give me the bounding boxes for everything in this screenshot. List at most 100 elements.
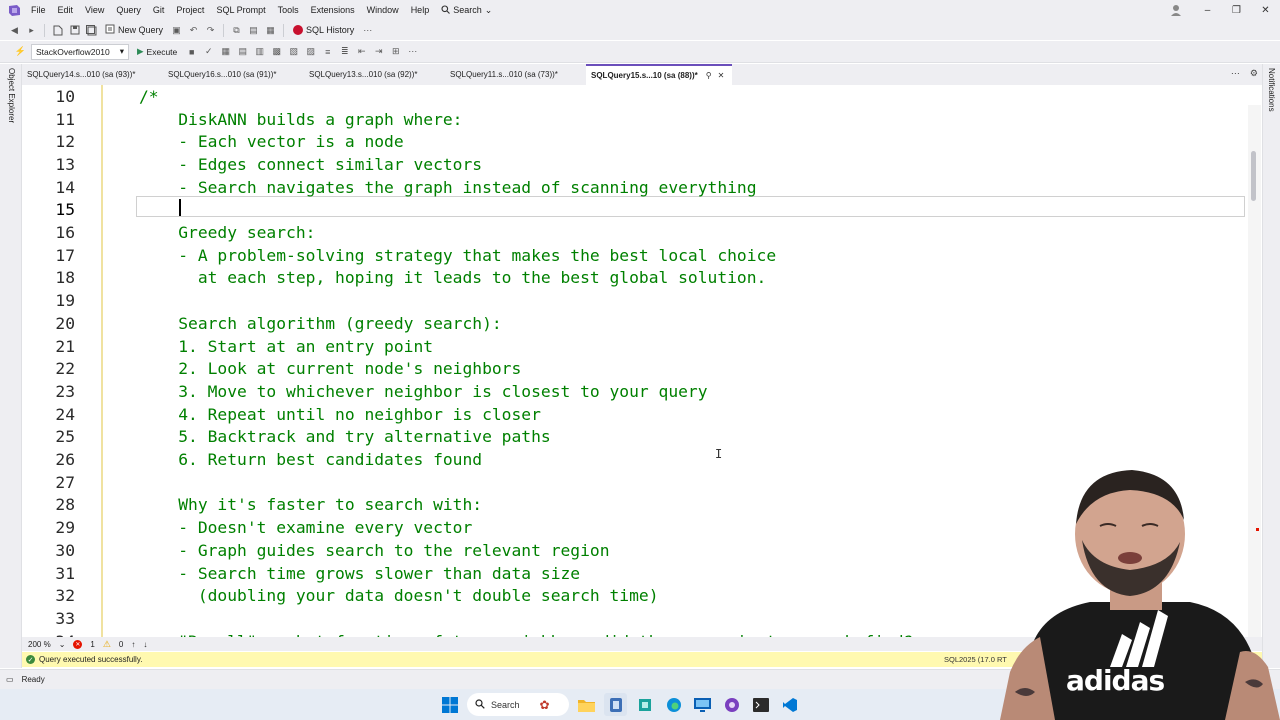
- next-issue-icon[interactable]: ↓: [143, 640, 147, 649]
- decrease-indent-icon[interactable]: ⇤: [355, 45, 368, 58]
- obs-icon[interactable]: [720, 693, 743, 716]
- code-line[interactable]: 21 1. Start at an entry point: [22, 335, 1248, 358]
- menu-project[interactable]: Project: [170, 0, 210, 20]
- file-explorer-icon[interactable]: [575, 693, 598, 716]
- menu-query[interactable]: Query: [110, 0, 147, 20]
- tab-bar-actions: ⋯ ⚙: [1231, 68, 1258, 79]
- tab-sqlquery11[interactable]: SQLQuery11.s...010 (sa (73))*: [445, 64, 586, 85]
- overflow-icon[interactable]: ⋯: [361, 24, 374, 37]
- tab-sqlquery16[interactable]: SQLQuery16.s...010 (sa (91))*: [163, 64, 304, 85]
- specify-values-icon[interactable]: ⊞: [389, 45, 402, 58]
- back-icon[interactable]: ◀: [8, 24, 21, 37]
- code-line[interactable]: 14 - Search navigates the graph instead …: [22, 176, 1248, 199]
- new-query-button[interactable]: New Query: [102, 24, 166, 36]
- database-select[interactable]: StackOverflow2010 ▾: [31, 43, 129, 60]
- close-icon[interactable]: ✕: [1251, 0, 1280, 20]
- menu-view[interactable]: View: [79, 0, 110, 20]
- stop-icon[interactable]: ■: [185, 45, 198, 58]
- menu-help[interactable]: Help: [405, 0, 436, 20]
- vscode-icon[interactable]: [778, 693, 801, 716]
- copy-icon[interactable]: ⧉: [230, 24, 243, 37]
- parse-check-icon[interactable]: ✓: [202, 45, 215, 58]
- scrollbar-thumb[interactable]: [1251, 151, 1256, 201]
- tab-sqlquery13[interactable]: SQLQuery13.s...010 (sa (92))*: [304, 64, 445, 85]
- menu-extensions[interactable]: Extensions: [305, 0, 361, 20]
- code-line[interactable]: 16 Greedy search:: [22, 221, 1248, 244]
- search-label: Search: [453, 5, 482, 15]
- undo-icon[interactable]: ↶: [187, 24, 200, 37]
- code-line[interactable]: 19: [22, 289, 1248, 312]
- warning-icon[interactable]: ⚠: [103, 639, 111, 650]
- code-line[interactable]: 22 2. Look at current node's neighbors: [22, 357, 1248, 380]
- line-number: 29: [55, 518, 75, 538]
- document-tabs: SQLQuery14.s...010 (sa (93))* SQLQuery16…: [22, 64, 1262, 85]
- error-count: 1: [90, 639, 95, 649]
- code-line[interactable]: 18 at each step, hoping it leads to the …: [22, 267, 1248, 290]
- menu-edit[interactable]: Edit: [52, 0, 80, 20]
- tab-label: SQLQuery15.s...10 (sa (88))*: [591, 71, 698, 80]
- code-line[interactable]: 11 DiskANN builds a graph where:: [22, 108, 1248, 131]
- maximize-icon[interactable]: ❐: [1222, 0, 1251, 20]
- uncomment-icon[interactable]: ≣: [338, 45, 351, 58]
- pin-icon[interactable]: ⚲: [706, 71, 712, 80]
- chevron-down-icon[interactable]: ⌄: [59, 640, 66, 649]
- tab-list-icon[interactable]: ⋯: [1231, 68, 1240, 79]
- close-tab-icon[interactable]: ✕: [718, 71, 725, 80]
- forward-icon[interactable]: ▸: [25, 24, 38, 37]
- zoom-level[interactable]: 200 %: [28, 640, 51, 649]
- code-line[interactable]: 23 3. Move to whichever neighbor is clos…: [22, 380, 1248, 403]
- gear-icon[interactable]: ⚙: [1250, 68, 1258, 79]
- new-file-icon[interactable]: [51, 24, 64, 37]
- profile-icon[interactable]: [1169, 3, 1183, 17]
- save-icon[interactable]: [68, 24, 81, 37]
- menu-git[interactable]: Git: [147, 0, 171, 20]
- edge-browser-icon[interactable]: [662, 693, 685, 716]
- menu-window[interactable]: Window: [361, 0, 405, 20]
- tab-sqlquery14[interactable]: SQLQuery14.s...010 (sa (93))*: [22, 64, 163, 85]
- find-icon[interactable]: ▦: [264, 24, 277, 37]
- comment-out-icon[interactable]: ≡: [321, 45, 334, 58]
- menu-file[interactable]: File: [25, 0, 52, 20]
- ssms-taskbar-icon[interactable]: [604, 693, 627, 716]
- remote-desktop-icon[interactable]: [691, 693, 714, 716]
- taskbar-search[interactable]: Search ✿: [467, 693, 569, 716]
- ssms-logo-icon[interactable]: [7, 3, 21, 17]
- execute-button[interactable]: ▶ Execute: [133, 46, 181, 57]
- redo-icon[interactable]: ↷: [204, 24, 217, 37]
- include-plan-icon[interactable]: ▧: [287, 45, 300, 58]
- tab-sqlquery15[interactable]: SQLQuery15.s...10 (sa (88))* ⚲ ✕: [586, 64, 732, 85]
- previous-issue-icon[interactable]: ↑: [131, 640, 135, 649]
- terminal-icon[interactable]: [749, 693, 772, 716]
- azure-data-studio-icon[interactable]: [633, 693, 656, 716]
- results-grid-icon[interactable]: ▦: [219, 45, 232, 58]
- code-line[interactable]: 15: [22, 199, 1248, 222]
- code-line[interactable]: 24 4. Repeat until no neighbor is closer: [22, 403, 1248, 426]
- windows-start-icon[interactable]: [438, 693, 461, 716]
- object-explorer-tab[interactable]: Object Explorer: [7, 68, 16, 123]
- overflow-icon[interactable]: ⋯: [406, 45, 419, 58]
- notifications-tab[interactable]: Notifications: [1267, 68, 1276, 112]
- code-line[interactable]: 13 - Edges connect similar vectors: [22, 153, 1248, 176]
- display-plan-icon[interactable]: ▩: [270, 45, 283, 58]
- sql-history-button[interactable]: SQL History: [290, 25, 357, 35]
- connect-icon[interactable]: ⚡: [14, 45, 27, 58]
- line-number: 30: [55, 540, 75, 560]
- code-line[interactable]: 20 Search algorithm (greedy search):: [22, 312, 1248, 335]
- error-icon[interactable]: ✕: [73, 639, 83, 649]
- client-stats-icon[interactable]: ▨: [304, 45, 317, 58]
- code-text: - Search time grows slower than data siz…: [139, 563, 581, 583]
- results-file-icon[interactable]: ▥: [253, 45, 266, 58]
- query-options-icon[interactable]: ▣: [170, 24, 183, 37]
- menu-sql-prompt[interactable]: SQL Prompt: [210, 0, 271, 20]
- results-text-icon[interactable]: ▤: [236, 45, 249, 58]
- code-line[interactable]: 25 5. Backtrack and try alternative path…: [22, 426, 1248, 449]
- code-line[interactable]: 10 /*: [22, 85, 1248, 108]
- code-line[interactable]: 12 - Each vector is a node: [22, 130, 1248, 153]
- code-line[interactable]: 17 - A problem-solving strategy that mak…: [22, 244, 1248, 267]
- save-all-icon[interactable]: [85, 24, 98, 37]
- menu-tools[interactable]: Tools: [272, 0, 305, 20]
- menu-search[interactable]: Search ⌄: [435, 5, 498, 16]
- paste-icon[interactable]: ▤: [247, 24, 260, 37]
- minimize-icon[interactable]: –: [1193, 0, 1222, 20]
- increase-indent-icon[interactable]: ⇥: [372, 45, 385, 58]
